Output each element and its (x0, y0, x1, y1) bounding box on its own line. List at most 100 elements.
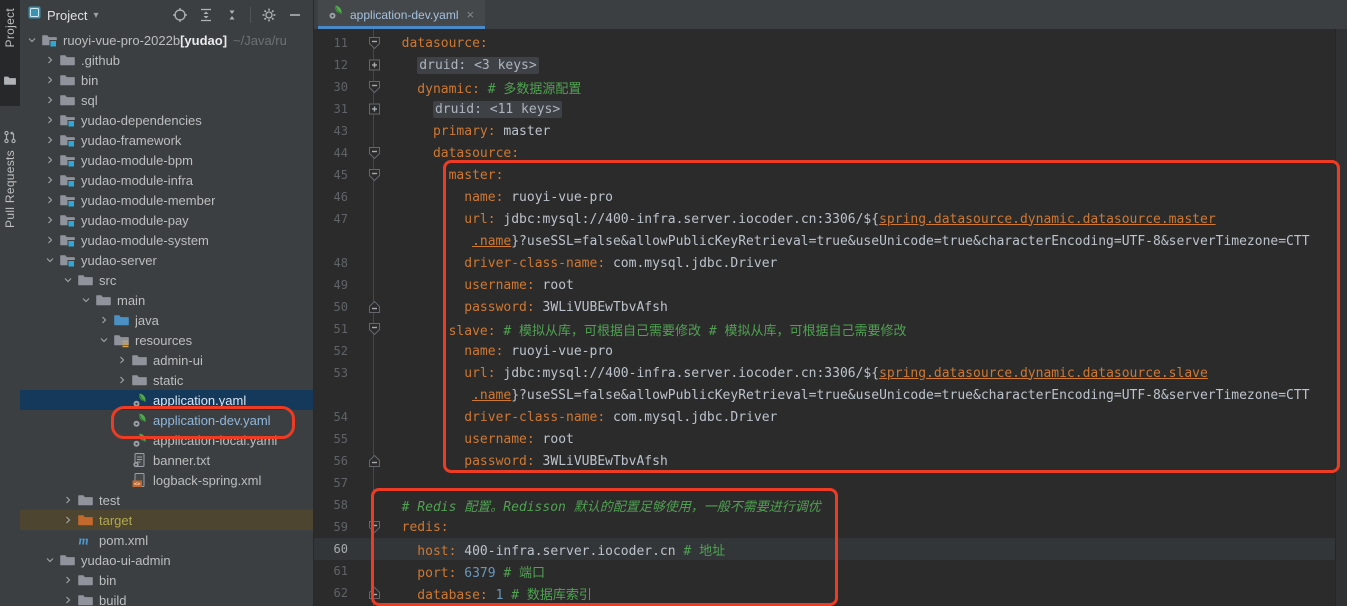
chevron-right-icon[interactable] (60, 494, 76, 506)
chevron-down-icon[interactable] (42, 254, 58, 266)
chevron-right-icon[interactable] (42, 174, 58, 186)
chevron-right-icon[interactable] (42, 214, 58, 226)
chevron-right-icon[interactable] (60, 574, 76, 586)
chevron-right-icon[interactable] (42, 74, 58, 86)
chevron-right-icon[interactable] (42, 234, 58, 246)
fold-end-icon[interactable] (364, 300, 384, 314)
tree-item-yudao-dependencies[interactable]: yudao-dependencies (20, 110, 313, 130)
chevron-right-icon[interactable] (42, 54, 58, 66)
chevron-down-icon[interactable] (24, 34, 40, 46)
code-line-48: 48driver-class-name: com.mysql.jdbc.Driv… (314, 252, 1336, 274)
token-com: # 地址 (683, 544, 725, 559)
folder-sources-icon (112, 312, 130, 328)
chevron-down-icon[interactable] (42, 554, 58, 566)
stripe-item-pull-requests[interactable]: Pull Requests (3, 150, 17, 228)
chevron-down-icon[interactable] (60, 274, 76, 286)
tree-item-sql[interactable]: sql (20, 90, 313, 110)
tree-item-application-yaml[interactable]: application.yaml (20, 390, 313, 410)
folder-icon (76, 592, 94, 606)
tree-item-target[interactable]: target (20, 510, 313, 530)
tree-item-static[interactable]: static (20, 370, 313, 390)
fold-start-icon[interactable] (364, 168, 384, 182)
chevron-right-icon[interactable] (114, 374, 130, 386)
chevron-right-icon[interactable] (96, 314, 112, 326)
project-view-selector[interactable]: Project ▾ (28, 6, 99, 24)
code-text: username: root (384, 432, 574, 447)
token-com: # 多数据源配置 (488, 82, 582, 97)
chevron-right-icon[interactable] (42, 134, 58, 146)
editor-scrollbar[interactable] (1335, 29, 1347, 606)
chevron-down-icon[interactable] (78, 294, 94, 306)
chevron-right-icon[interactable] (60, 594, 76, 606)
tree-item-application-local-yaml[interactable]: application-local.yaml (20, 430, 313, 450)
tree-item-bin[interactable]: bin (20, 70, 313, 90)
tree-item-java[interactable]: java (20, 310, 313, 330)
fold-start-icon[interactable] (364, 36, 384, 50)
code-text: dynamic: # 多数据源配置 (384, 78, 581, 97)
tree-item-bin[interactable]: bin (20, 570, 313, 590)
chevron-right-icon[interactable] (42, 114, 58, 126)
tree-item-yudao-module-infra[interactable]: yudao-module-infra (20, 170, 313, 190)
close-icon[interactable]: × (465, 6, 477, 23)
chevron-down-icon[interactable] (96, 334, 112, 346)
chevron-right-icon[interactable] (114, 354, 130, 366)
gear-icon[interactable] (261, 7, 277, 23)
token-link[interactable]: .name (472, 234, 511, 249)
fold-start-icon[interactable] (364, 322, 384, 336)
expand-all-icon[interactable] (198, 7, 214, 23)
chevron-right-icon[interactable] (60, 514, 76, 526)
tree-item-label: logback-spring.xml (153, 473, 261, 488)
code-line-46: 46name: ruoyi-vue-pro (314, 186, 1336, 208)
code-editor[interactable]: 11datasource:12druid: <3 keys>30dynamic:… (314, 29, 1336, 606)
tree-item-admin-ui[interactable]: admin-ui (20, 350, 313, 370)
project-path: ~/Java/ru (233, 33, 287, 48)
hide-panel-icon[interactable] (287, 7, 303, 23)
tree-item-application-dev-yaml[interactable]: application-dev.yaml (20, 410, 313, 430)
line-number: 60 (314, 542, 348, 556)
tree-item-ruoyi-vue-pro-2022b[interactable]: ruoyi-vue-pro-2022b [yudao]~/Java/ru (20, 30, 313, 50)
chevron-right-icon[interactable] (42, 194, 58, 206)
fold-start-icon[interactable] (364, 80, 384, 94)
code-text: datasource: (384, 36, 488, 51)
tree-item-test[interactable]: test (20, 490, 313, 510)
fold-start-icon[interactable] (364, 146, 384, 160)
tree-item-resources[interactable]: resources (20, 330, 313, 350)
fold-collapsed-icon[interactable] (364, 58, 384, 72)
tree-item-pom-xml[interactable]: mpom.xml (20, 530, 313, 550)
tree-item-logback-spring-xml[interactable]: <>logback-spring.xml (20, 470, 313, 490)
tree-item-src[interactable]: src (20, 270, 313, 290)
tree-item-build[interactable]: build (20, 590, 313, 606)
tab-application-dev-yaml[interactable]: application-dev.yaml × (318, 0, 485, 29)
tree-item-yudao-module-bpm[interactable]: yudao-module-bpm (20, 150, 313, 170)
tree-item-label: resources (135, 333, 192, 348)
fold-start-icon[interactable] (364, 520, 384, 534)
tree-item--github[interactable]: .github (20, 50, 313, 70)
fold-collapsed-icon[interactable] (364, 102, 384, 116)
chevron-right-icon[interactable] (42, 154, 58, 166)
tree-item-yudao-module-system[interactable]: yudao-module-system (20, 230, 313, 250)
fold-end-icon[interactable] (364, 454, 384, 468)
tree-item-banner-txt[interactable]: banner.txt (20, 450, 313, 470)
tree-item-yudao-module-pay[interactable]: yudao-module-pay (20, 210, 313, 230)
tree-item-label: yudao-module-pay (81, 213, 189, 228)
locate-file-icon[interactable] (172, 7, 188, 23)
folder-module-icon (58, 252, 76, 268)
token-key: username: (464, 278, 534, 293)
tree-item-yudao-module-member[interactable]: yudao-module-member (20, 190, 313, 210)
tree-item-yudao-ui-admin[interactable]: yudao-ui-admin (20, 550, 313, 570)
chevron-right-icon[interactable] (42, 94, 58, 106)
token-link[interactable]: spring.datasource.dynamic.datasource.sla… (879, 366, 1208, 381)
token-val: }?useSSL=false&allowPublicKeyRetrieval=t… (511, 234, 1309, 249)
stripe-item-project[interactable]: Project (3, 8, 17, 47)
collapse-all-icon[interactable] (224, 7, 240, 23)
folder-module-icon (40, 32, 58, 48)
token-key: redis: (402, 520, 449, 535)
tree-item-yudao-framework[interactable]: yudao-framework (20, 130, 313, 150)
token-link[interactable]: spring.datasource.dynamic.datasource.mas… (879, 212, 1216, 227)
token-link[interactable]: .name (472, 388, 511, 403)
fold-end-icon[interactable] (364, 586, 384, 600)
tree-item-yudao-server[interactable]: yudao-server (20, 250, 313, 270)
code-text: password: 3WLiVUBEwTbvAfsh (384, 300, 668, 315)
folder-icon (3, 74, 17, 92)
tree-item-main[interactable]: main (20, 290, 313, 310)
